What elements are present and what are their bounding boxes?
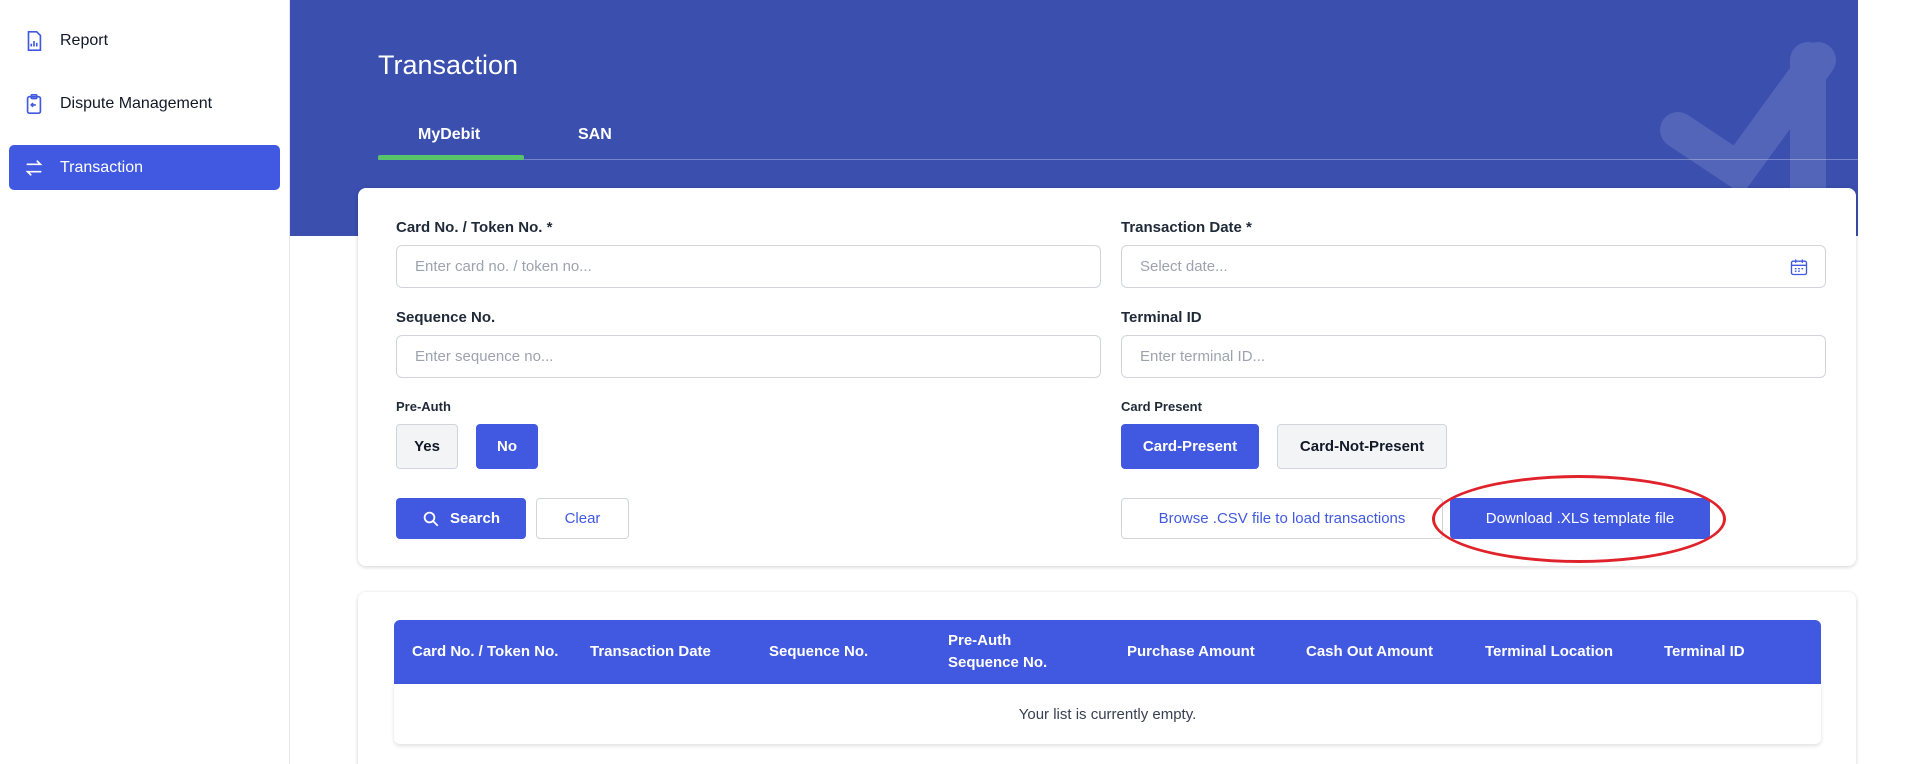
pre-auth-yes-button[interactable]: Yes xyxy=(396,424,458,469)
sidebar-item-label: Dispute Management xyxy=(60,94,213,112)
transaction-date-input[interactable] xyxy=(1121,245,1826,288)
report-icon xyxy=(22,29,46,53)
sidebar-item-transaction[interactable]: Transaction xyxy=(9,145,280,190)
clear-button[interactable]: Clear xyxy=(536,498,629,539)
transaction-date-label: Transaction Date * xyxy=(1121,219,1252,236)
tab-mydebit[interactable]: MyDebit xyxy=(418,126,480,144)
swap-arrows-icon xyxy=(22,156,46,180)
sidebar-item-report[interactable]: Report xyxy=(9,18,280,63)
column-header-card-no: Card No. / Token No. xyxy=(412,643,559,660)
pre-auth-no-button[interactable]: No xyxy=(476,424,538,469)
results-table-card: Card No. / Token No. Transaction Date Se… xyxy=(358,592,1856,764)
column-header-purchase-amount: Purchase Amount xyxy=(1127,643,1255,660)
search-button[interactable]: Search xyxy=(396,498,526,539)
tab-bar: MyDebit SAN xyxy=(378,118,1858,160)
download-xls-template-button[interactable]: Download .XLS template file xyxy=(1450,498,1710,539)
browse-csv-button[interactable]: Browse .CSV file to load transactions xyxy=(1121,498,1443,539)
search-icon xyxy=(423,511,439,526)
page-title: Transaction xyxy=(378,50,519,80)
column-header-transaction-date: Transaction Date xyxy=(590,643,711,660)
card-no-label: Card No. / Token No. * xyxy=(396,219,553,236)
card-present-button[interactable]: Card-Present xyxy=(1121,424,1259,469)
empty-list-message: Your list is currently empty. xyxy=(394,684,1821,744)
search-button-label: Search xyxy=(449,510,501,527)
sequence-no-input[interactable] xyxy=(396,335,1101,378)
table-header: Card No. / Token No. Transaction Date Se… xyxy=(394,620,1821,684)
sequence-no-label: Sequence No. xyxy=(396,309,496,326)
column-header-pre-auth-sequence-no: Pre-Auth Sequence No. xyxy=(948,632,1048,671)
column-header-terminal-id: Terminal ID xyxy=(1664,643,1745,660)
tab-san[interactable]: SAN xyxy=(578,126,612,144)
app-root: Report Dispute Management Transaction Tr… xyxy=(0,0,1910,764)
column-header-cash-out-amount: Cash Out Amount xyxy=(1306,643,1433,660)
card-not-present-button[interactable]: Card-Not-Present xyxy=(1277,424,1447,469)
card-present-label: Card Present xyxy=(1121,399,1202,414)
pre-auth-label: Pre-Auth xyxy=(396,399,451,414)
sidebar-item-dispute-management[interactable]: Dispute Management xyxy=(9,81,280,126)
column-header-sequence-no: Sequence No. xyxy=(769,643,869,660)
sidebar-item-label: Transaction xyxy=(60,158,143,176)
search-form-card: Card No. / Token No. * Transaction Date … xyxy=(358,188,1856,566)
sidebar-item-label: Report xyxy=(60,31,109,49)
active-tab-indicator xyxy=(378,155,524,160)
terminal-id-input[interactable] xyxy=(1121,335,1826,378)
column-header-terminal-location: Terminal Location xyxy=(1485,643,1614,660)
clipboard-icon xyxy=(22,92,46,116)
card-no-input[interactable] xyxy=(396,245,1101,288)
sidebar: Report Dispute Management Transaction xyxy=(0,0,290,764)
terminal-id-label: Terminal ID xyxy=(1121,309,1202,326)
calendar-icon[interactable] xyxy=(1789,257,1809,277)
